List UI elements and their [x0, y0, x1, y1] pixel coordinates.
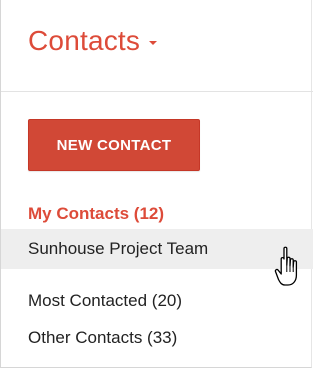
app-title: Contacts — [28, 25, 141, 56]
sidebar-item-sunhouse-project-team[interactable]: Sunhouse Project Team — [1, 229, 313, 269]
new-contact-button[interactable]: NEW CONTACT — [28, 119, 200, 171]
contacts-panel: Contacts NEW CONTACT My Contacts (12) Su… — [0, 0, 313, 368]
header: Contacts — [1, 0, 313, 92]
sidebar-item-most-contacted[interactable]: Most Contacted (20) — [1, 286, 313, 316]
sidebar-item-my-contacts[interactable]: My Contacts (12) — [1, 199, 313, 229]
sidebar-item-other-contacts[interactable]: Other Contacts (33) — [1, 323, 313, 353]
contacts-app-switcher[interactable]: Contacts — [28, 24, 158, 58]
caret-down-icon — [149, 41, 158, 45]
